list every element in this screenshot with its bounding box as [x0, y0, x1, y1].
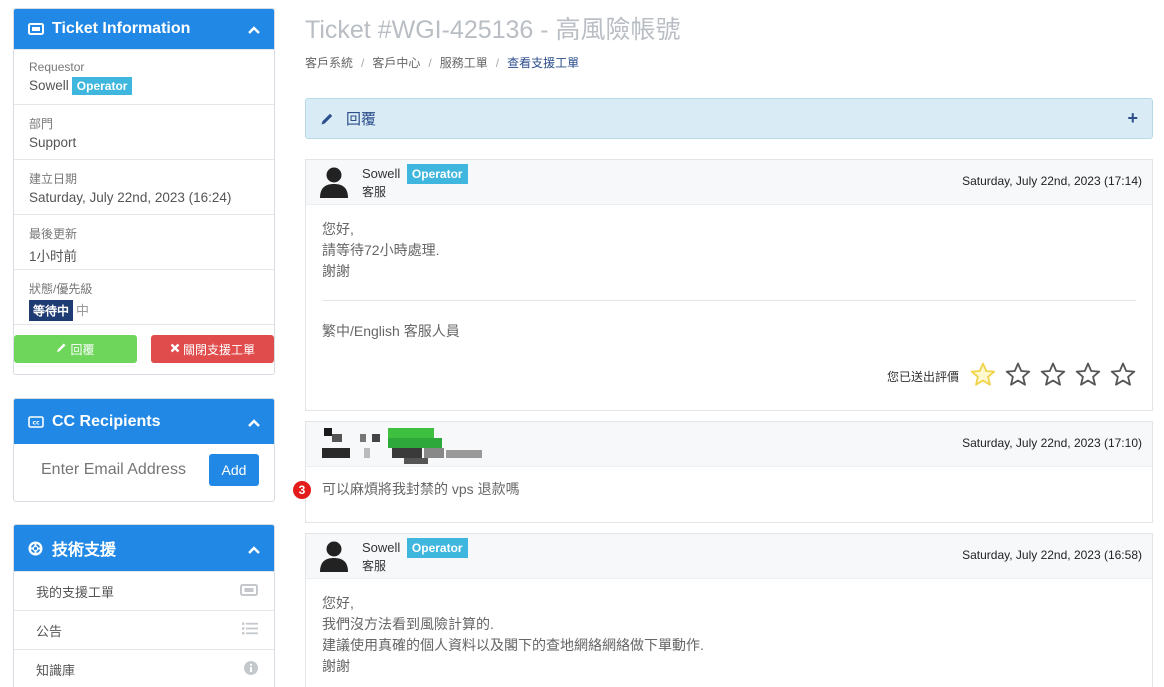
breadcrumb-current: 查看支援工單: [507, 56, 580, 70]
message-timestamp: Saturday, July 22nd, 2023 (17:14): [962, 174, 1142, 188]
star-icon[interactable]: [1005, 362, 1031, 393]
ticket-info-title: Ticket Information: [52, 20, 191, 37]
list-icon: [242, 622, 258, 638]
support-item-my-tickets[interactable]: 我的支援工單: [14, 571, 274, 610]
close-icon: [170, 342, 180, 356]
support-panel: 技術支援 我的支援工單 公告 知識庫: [13, 524, 275, 687]
department-value: Support: [29, 135, 77, 150]
annotation-marker: 3: [293, 481, 311, 499]
message-line: 我們沒方法看到風險計算的.: [322, 616, 494, 632]
operator-badge: Operator: [406, 538, 468, 558]
avatar: [320, 166, 350, 198]
divider: [322, 300, 1136, 301]
cc-email-input[interactable]: [29, 454, 209, 486]
reply-toggle-bar[interactable]: 回覆 +: [305, 98, 1153, 139]
created-label: 建立日期: [29, 172, 78, 186]
breadcrumb-item[interactable]: 客戶系統: [305, 56, 353, 70]
department-row: 部門 Support: [14, 104, 274, 159]
cc-recipients-title: CC Recipients: [52, 412, 161, 430]
message-signature: 繁中/English 客服人員: [322, 323, 460, 339]
message-line: 建議使用真確的個人資料以及閣下的查地網絡網絡做下單動作.: [322, 637, 704, 653]
updated-value: 1小时前: [29, 249, 78, 264]
requestor-name: Sowell: [29, 78, 69, 93]
rating-label: 您已送出評價: [886, 370, 959, 384]
ticket-info-header[interactable]: Ticket Information: [14, 9, 274, 49]
rating-widget: 您已送出評價: [322, 362, 1136, 393]
message-author: Sowell: [362, 166, 401, 181]
chevron-up-icon[interactable]: [248, 414, 260, 432]
support-item-knowledgebase[interactable]: 知識庫: [14, 649, 274, 687]
ticket-info-panel: Ticket Information Requestor Sowell Opera…: [13, 8, 275, 375]
close-ticket-label: 關閉支援工單: [182, 342, 255, 357]
status-row: 狀態/優先級 等待中中: [14, 269, 274, 324]
chevron-up-icon[interactable]: [248, 21, 260, 39]
message-role: 客服: [362, 185, 387, 199]
cc-add-button[interactable]: Add: [209, 454, 259, 486]
pencil-icon: [56, 342, 67, 356]
message-role: 客服: [362, 559, 387, 573]
message-timestamp: Saturday, July 22nd, 2023 (16:58): [962, 548, 1142, 562]
page-title: Ticket #WGI-425136 - 高風險帳號: [305, 16, 681, 44]
ticket-message: Sowell Operator 客服 Saturday, July 22nd, …: [305, 533, 1153, 687]
operator-badge: Operator: [406, 164, 468, 184]
pencil-icon: [320, 112, 334, 126]
svg-text:cc: cc: [32, 419, 40, 426]
plus-icon[interactable]: +: [1127, 108, 1138, 129]
updated-row: 最後更新 1小时前: [14, 214, 274, 269]
star-icon[interactable]: [1040, 362, 1066, 393]
requestor-row: Requestor Sowell Operator: [14, 49, 274, 104]
star-icon[interactable]: [1110, 362, 1136, 393]
status-label: 狀態/優先級: [29, 282, 93, 296]
updated-label: 最後更新: [29, 227, 78, 241]
info-icon: [244, 660, 258, 678]
message-author: Sowell: [362, 540, 401, 555]
support-item-announcements[interactable]: 公告: [14, 610, 274, 649]
ticket-message: Sowell Operator 客服 Saturday, July 22nd, …: [305, 159, 1153, 411]
operator-badge: Operator: [71, 77, 133, 95]
message-line: 謝謝: [322, 658, 350, 674]
close-ticket-button[interactable]: 關閉支援工單: [151, 335, 274, 363]
message-line: 謝謝: [322, 263, 350, 279]
message-timestamp: Saturday, July 22nd, 2023 (17:10): [962, 436, 1142, 450]
support-item-label: 我的支援工單: [36, 584, 115, 600]
reply-button[interactable]: 回覆: [14, 335, 137, 363]
breadcrumb-item[interactable]: 服務工單: [440, 56, 488, 70]
support-title: 技術支援: [52, 542, 117, 559]
ticket-icon: [240, 583, 258, 599]
priority-value: 中: [76, 303, 90, 318]
lifebuoy-icon: [28, 540, 44, 556]
breadcrumb-item[interactable]: 客戶中心: [372, 56, 420, 70]
created-row: 建立日期 Saturday, July 22nd, 2023 (16:24): [14, 159, 274, 214]
support-item-label: 公告: [36, 623, 63, 639]
star-icon[interactable]: [970, 362, 996, 393]
breadcrumb: 客戶系統 / 客戶中心 / 服務工單 / 查看支援工單: [305, 56, 580, 70]
redacted-author-image: [314, 422, 529, 466]
cc-recipients-panel: cc CC Recipients Add: [13, 398, 275, 502]
avatar: [320, 540, 350, 572]
star-icon[interactable]: [1075, 362, 1101, 393]
chevron-up-icon[interactable]: [248, 541, 260, 559]
message-line: 您好,: [322, 221, 354, 237]
message-line: 請等待72小時處理.: [322, 242, 440, 258]
requestor-label: Requestor: [29, 60, 85, 74]
department-label: 部門: [29, 117, 54, 131]
message-line: 可以麻煩將我封禁的 vps 退款嗎: [322, 481, 520, 497]
status-badge: 等待中: [29, 300, 74, 321]
created-value: Saturday, July 22nd, 2023 (16:24): [29, 190, 232, 205]
support-item-label: 知識庫: [36, 662, 76, 678]
ticket-message: Saturday, July 22nd, 2023 (17:10) 可以麻煩將我…: [305, 421, 1153, 523]
reply-bar-label: 回覆: [346, 111, 377, 128]
message-line: 您好,: [322, 595, 354, 611]
cc-icon: cc: [28, 415, 44, 428]
support-header[interactable]: 技術支援: [14, 525, 274, 571]
ticket-icon: [28, 23, 44, 35]
cc-recipients-header[interactable]: cc CC Recipients: [14, 399, 274, 444]
reply-button-label: 回覆: [70, 342, 95, 357]
